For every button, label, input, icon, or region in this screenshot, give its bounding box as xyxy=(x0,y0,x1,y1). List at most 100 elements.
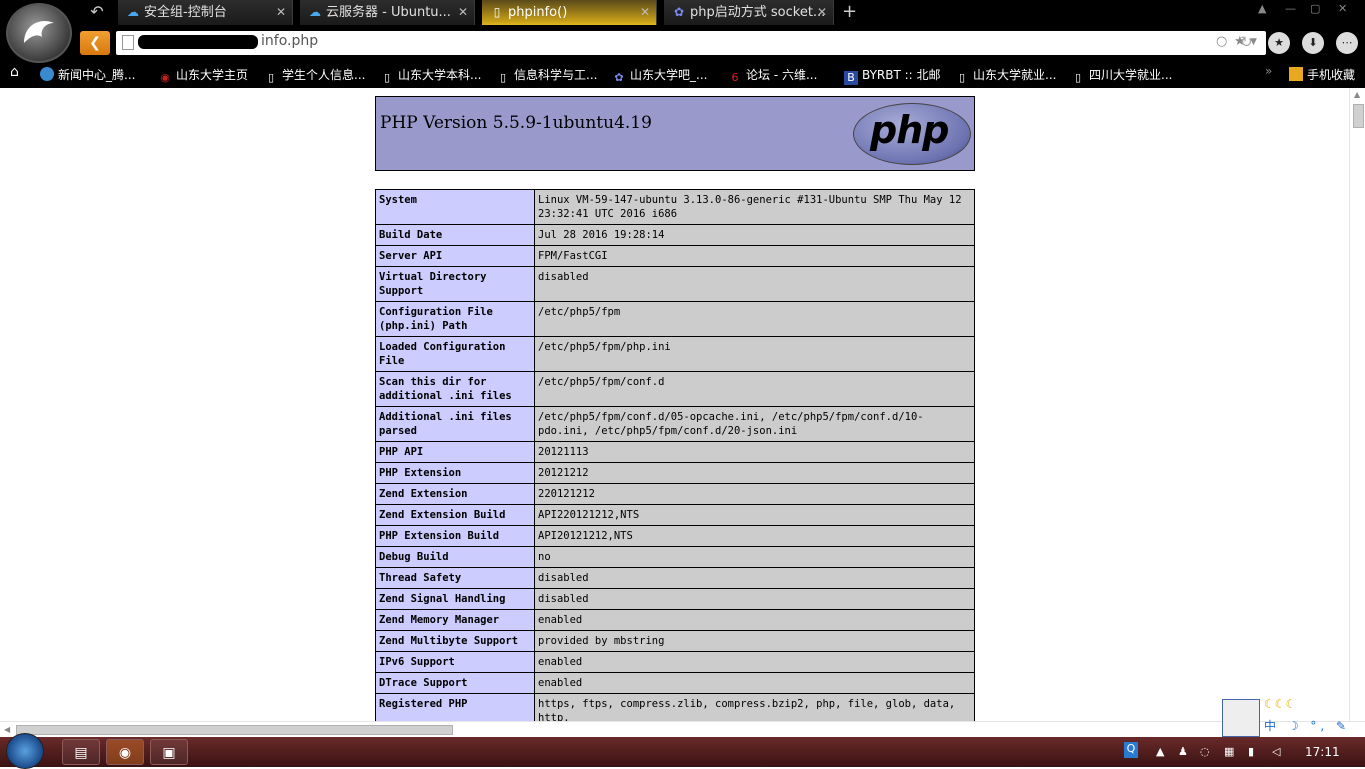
horizontal-scroll-thumb[interactable] xyxy=(16,725,453,735)
close-window-icon[interactable]: ✕ xyxy=(1338,2,1347,15)
bookmark-item[interactable]: 新闻中心_腾... xyxy=(40,66,135,83)
table-row: Debug Build no xyxy=(375,546,975,568)
php-info-table: System Linux VM-59-147-ubuntu 3.13.0-86-g… xyxy=(375,189,975,721)
scroll-up-icon[interactable]: ▲ xyxy=(1354,90,1360,99)
tab-label: phpinfo() xyxy=(508,5,568,20)
php-version-title: PHP Version 5.5.9-1ubuntu4.19 xyxy=(380,113,652,133)
tab-php-socket[interactable]: ✿ php启动方式 socket... ✕ xyxy=(664,0,834,25)
directive-value: 20121212 xyxy=(534,462,975,484)
directive-name: Zend Extension Build xyxy=(375,504,535,526)
directive-value: enabled xyxy=(534,672,975,694)
directive-value: API220121212,NTS xyxy=(534,504,975,526)
page-content: PHP Version 5.5.9-1ubuntu4.19 php System… xyxy=(0,88,1349,721)
close-icon[interactable]: ✕ xyxy=(817,0,827,25)
table-row: Thread Safety disabled xyxy=(375,567,975,589)
vertical-scrollbar[interactable]: ▲ xyxy=(1349,88,1365,721)
url-text[interactable]: info.php xyxy=(261,33,318,49)
bookmark-item[interactable]: ▯ 山东大学本科... xyxy=(380,66,481,85)
bookmark-item[interactable]: ▯ 信息科学与工... xyxy=(496,66,597,85)
directive-value: /etc/php5/fpm xyxy=(534,301,975,337)
bookmark-label: 学生个人信息... xyxy=(282,68,366,82)
directive-name: Debug Build xyxy=(375,546,535,568)
page-icon: ▯ xyxy=(1074,71,1082,84)
directive-value: API20121212,NTS xyxy=(534,525,975,547)
back-arrow-icon[interactable]: ↶ xyxy=(86,2,108,22)
ime-avatar[interactable] xyxy=(1222,699,1260,737)
bookmark-item[interactable]: ▯ 四川大学就业... xyxy=(1071,66,1172,85)
paw-icon: ✿ xyxy=(673,5,685,19)
page-icon xyxy=(122,35,134,50)
directive-value: Linux VM-59-147-ubuntu 3.13.0-86-generic… xyxy=(534,189,975,225)
bookmark-item[interactable]: ✿ 山东大学吧_... xyxy=(612,66,707,85)
qq-browser-icon[interactable]: Q xyxy=(1124,742,1138,758)
table-row: Configuration File (php.ini) Path/etc/ph… xyxy=(375,301,975,337)
new-tab-button[interactable]: + xyxy=(842,2,857,22)
clock[interactable]: 17:11 xyxy=(1305,745,1340,759)
bookmarks-bar: ⌂ 新闻中心_腾... ◉ 山东大学主页 ▯ 学生个人信息... ▯ 山东大学本科..… xyxy=(0,62,1365,86)
browser-logo[interactable] xyxy=(6,3,72,63)
close-icon[interactable]: ✕ xyxy=(276,0,286,25)
bookmark-label: 四川大学就业... xyxy=(1089,68,1173,82)
directive-name: Virtual Directory Support xyxy=(375,266,535,302)
directive-name: Scan this dir for additional .ini files xyxy=(375,371,535,407)
back-button[interactable]: ❮ xyxy=(80,31,110,55)
php-logo-text: php xyxy=(870,108,949,152)
start-button[interactable] xyxy=(6,733,44,769)
bookmark-more-icon[interactable]: » xyxy=(1265,64,1272,78)
minimize-icon[interactable]: — xyxy=(1285,2,1296,15)
qq-icon[interactable]: ♟ xyxy=(1178,745,1188,758)
directive-name: Additional .ini files parsed xyxy=(375,406,535,442)
horizontal-scrollbar[interactable]: ◀ xyxy=(0,721,1365,737)
tray-expand-icon[interactable]: ▲ xyxy=(1156,745,1164,758)
directive-name: Build Date xyxy=(375,224,535,246)
directive-name: Zend Extension xyxy=(375,483,535,505)
taskbar: ▤ ◉ ▣ Q ▲ ♟ ◌ ▦ ▮ ◁ 17:11 xyxy=(0,733,1365,769)
directive-value: Jul 28 2016 19:28:14 xyxy=(534,224,975,246)
explorer-icon[interactable]: ▤ xyxy=(62,739,100,765)
bookmark-item[interactable]: 6 论坛 - 六维... xyxy=(728,66,818,85)
refresh-icon[interactable]: ↻ xyxy=(1240,33,1253,51)
sdu-icon: ◉ xyxy=(160,71,170,84)
menu-icon[interactable]: ⋯ xyxy=(1336,32,1358,54)
close-icon[interactable]: ✕ xyxy=(640,0,650,25)
table-row: PHP Extension 20121212 xyxy=(375,462,975,484)
page-icon: ▯ xyxy=(383,71,391,84)
cloud-icon: ☁ xyxy=(127,5,139,19)
tab-label: 云服务器 - Ubuntu... xyxy=(326,5,451,20)
scroll-left-icon[interactable]: ◀ xyxy=(4,725,10,734)
address-bar[interactable]: info.php ○ ★ ▼ xyxy=(116,31,1266,55)
vertical-scroll-thumb[interactable] xyxy=(1353,104,1364,128)
tab-cloud-server[interactable]: ☁ 云服务器 - Ubuntu... ✕ xyxy=(300,0,475,25)
download-icon[interactable]: ⬇ xyxy=(1302,32,1324,54)
bookmark-item[interactable]: ▯ 学生个人信息... xyxy=(264,66,365,85)
address-row: ❮ info.php ○ ★ ▼ ↻ ★ ⬇ ⋯ xyxy=(78,31,1365,56)
table-row: Server API FPM/FastCGI xyxy=(375,245,975,267)
bookmark-item[interactable]: ▯ 山东大学就业... xyxy=(955,66,1056,85)
volume-icon[interactable]: ◁ xyxy=(1272,745,1280,758)
mobile-favorites-button[interactable]: 手机收藏 xyxy=(1289,66,1355,83)
bookmark-item[interactable]: B BYRBT :: 北邮 xyxy=(844,66,941,85)
close-icon[interactable]: ✕ xyxy=(458,0,468,25)
ime-toolbar[interactable]: ☾☾☾ 中 ☽ °, ✎ ▤ xyxy=(1220,697,1365,748)
directive-name: Zend Memory Manager xyxy=(375,609,535,631)
bookmark-label: 信息科学与工... xyxy=(514,68,598,82)
restore-icon[interactable]: ▢ xyxy=(1310,2,1320,15)
tab-phpinfo[interactable]: ▯ phpinfo() ✕ xyxy=(482,0,657,25)
ring-icon[interactable]: ○ xyxy=(1216,34,1227,49)
browser-task-icon[interactable]: ◉ xyxy=(106,739,144,765)
favorites-star-icon[interactable]: ★ xyxy=(1268,32,1290,54)
bookmark-item[interactable]: ◉ 山东大学主页 xyxy=(158,66,248,85)
table-row: Loaded Configuration File/etc/php5/fpm/p… xyxy=(375,336,975,372)
directive-name: Zend Signal Handling xyxy=(375,588,535,610)
directive-name: Registered PHP xyxy=(375,693,535,721)
skin-icon[interactable]: ▲ xyxy=(1258,2,1266,15)
putty-icon[interactable]: ▣ xyxy=(150,739,188,765)
tab-security-group[interactable]: ☁ 安全组-控制台 ✕ xyxy=(118,0,293,25)
directive-value: /etc/php5/fpm/php.ini xyxy=(534,336,975,372)
bookmark-label: BYRBT :: 北邮 xyxy=(862,68,941,82)
home-icon[interactable]: ⌂ xyxy=(10,64,19,80)
wechat-icon[interactable]: ◌ xyxy=(1200,745,1210,758)
network-icon[interactable]: ▮ xyxy=(1248,745,1254,758)
directive-name: PHP Extension Build xyxy=(375,525,535,547)
clipboard-icon[interactable]: ▦ xyxy=(1224,745,1234,758)
